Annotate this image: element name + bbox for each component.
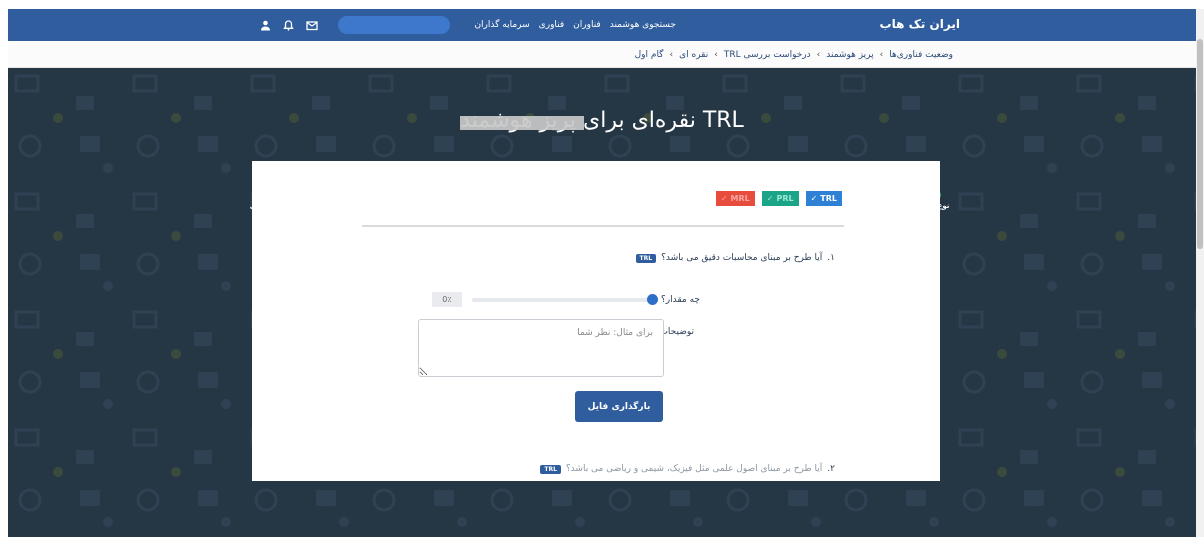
- form-card: ✓ TRL ✓ PRL ✓ MRL ۱. آیا طرح بر مبنای مح…: [252, 161, 940, 481]
- mail-icon[interactable]: [306, 20, 318, 31]
- nav-technology[interactable]: فناوری: [539, 20, 565, 30]
- question-text: آیا طرح بر مبنای اصول علمی مثل فیزیک، شی…: [565, 464, 823, 474]
- nav-smart-search[interactable]: جستجوی هوشمند: [610, 20, 676, 30]
- page-title-wrap: TRL نقره‌ای برای پریز هوشمند: [8, 108, 1196, 133]
- chevron-left-icon: ›: [669, 49, 674, 60]
- chip-label: MRL: [730, 194, 750, 203]
- chip-mrl[interactable]: ✓ MRL: [715, 191, 755, 206]
- redaction-block: [460, 116, 585, 130]
- divider: [362, 225, 844, 227]
- chip-trl[interactable]: ✓ TRL: [805, 191, 842, 206]
- breadcrumb-item[interactable]: پریز هوشمند: [826, 50, 873, 60]
- chip-prl[interactable]: ✓ PRL: [761, 191, 799, 206]
- page-scrollbar[interactable]: [1196, 9, 1204, 537]
- check-icon: ✓: [766, 194, 774, 203]
- question-number: ۲.: [827, 464, 835, 474]
- question-number: ۱.: [827, 253, 835, 263]
- chip-label: PRL: [776, 194, 794, 203]
- user-icon[interactable]: [260, 20, 271, 31]
- question-1: ۱. آیا طرح بر مبنای محاسبات دقیق می باشد…: [635, 253, 835, 263]
- upload-file-button[interactable]: بارگذاری فایل: [575, 391, 663, 422]
- breadcrumb: وضعیت فناوری‌ها › پریز هوشمند › درخواست …: [635, 41, 953, 68]
- breadcrumb-item[interactable]: نقره ای: [679, 50, 708, 60]
- trl-badge: TRL: [635, 253, 657, 263]
- breadcrumb-bar: وضعیت فناوری‌ها › پریز هوشمند › درخواست …: [8, 41, 1196, 68]
- check-icon: ✓: [810, 194, 818, 203]
- question-text: آیا طرح بر مبنای محاسبات دقیق می باشد؟: [661, 253, 823, 263]
- brand-logo[interactable]: ایران تک هاب: [880, 9, 960, 41]
- readiness-type-chips: ✓ TRL ✓ PRL ✓ MRL: [715, 191, 842, 206]
- nav-investors[interactable]: سرمایه گذاران: [474, 20, 529, 30]
- description-label: توضیحات: [659, 327, 694, 337]
- check-icon: ✓: [720, 194, 728, 203]
- top-navbar: ایران تک هاب جستجوی هوشمند فناوران فناور…: [8, 9, 1196, 41]
- chevron-left-icon: ›: [879, 49, 884, 60]
- breadcrumb-item[interactable]: وضعیت فناوری‌ها: [889, 50, 953, 60]
- top-icons: [260, 9, 318, 41]
- trl-badge: TRL: [540, 464, 561, 474]
- amount-slider[interactable]: [472, 298, 652, 302]
- question-2: ۲. آیا طرح بر مبنای اصول علمی مثل فیزیک،…: [540, 464, 835, 474]
- chevron-left-icon: ›: [714, 49, 718, 60]
- breadcrumb-item[interactable]: درخواست بررسی TRL: [724, 50, 811, 60]
- nav-innovators[interactable]: فناوران: [573, 20, 601, 30]
- bell-icon[interactable]: [283, 19, 294, 31]
- top-nav: جستجوی هوشمند فناوران فناوری سرمایه گذار…: [474, 9, 676, 41]
- description-field[interactable]: [418, 319, 664, 377]
- chip-label: TRL: [820, 194, 837, 203]
- slider-handle[interactable]: [647, 294, 658, 305]
- scrollbar-thumb[interactable]: [1197, 39, 1203, 249]
- amount-label: چه مقدار؟: [661, 295, 700, 305]
- search-input[interactable]: [338, 16, 450, 34]
- chevron-left-icon: ›: [816, 49, 821, 60]
- breadcrumb-current: گام اول: [634, 49, 664, 60]
- amount-value: 0٪: [432, 292, 462, 307]
